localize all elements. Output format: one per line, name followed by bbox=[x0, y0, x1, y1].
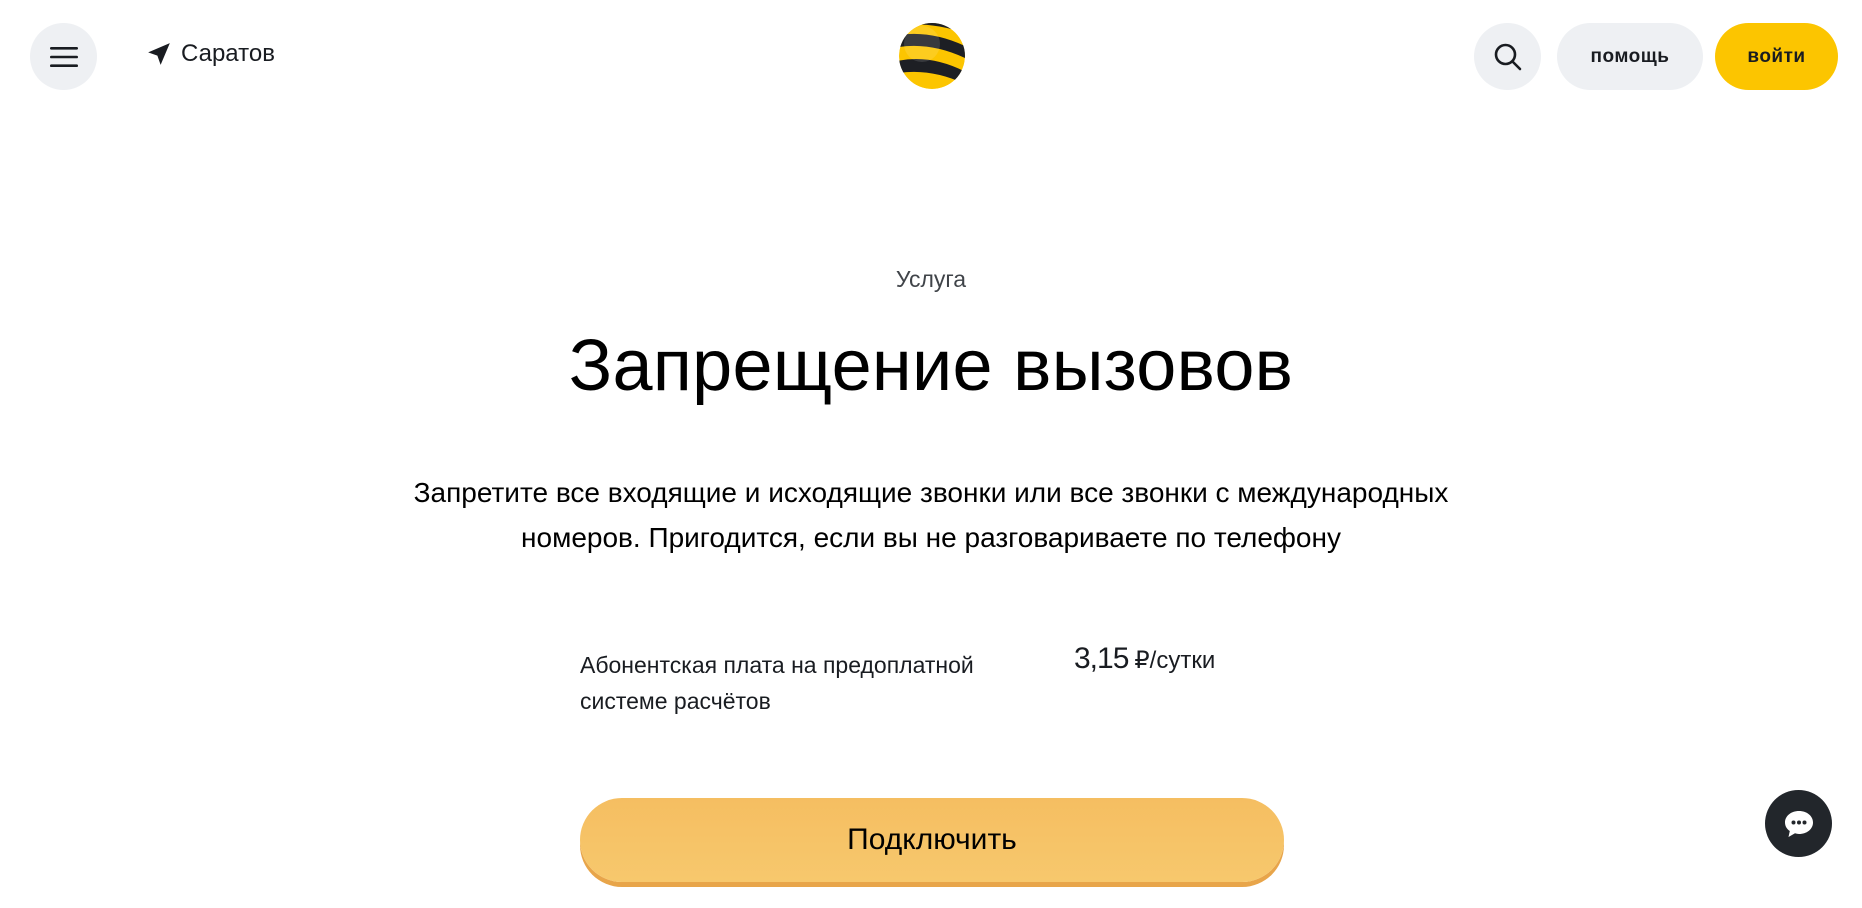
login-button[interactable]: войти bbox=[1715, 23, 1838, 90]
fee-amount: 3,15 bbox=[1074, 642, 1129, 675]
menu-button[interactable] bbox=[30, 23, 97, 90]
location-arrow-icon bbox=[148, 43, 170, 65]
search-button[interactable] bbox=[1474, 23, 1541, 90]
hamburger-icon bbox=[49, 46, 78, 67]
search-icon bbox=[1494, 43, 1521, 70]
chat-button[interactable] bbox=[1765, 790, 1832, 857]
service-description: Запретите все входящие и исходящие звонк… bbox=[413, 477, 1449, 553]
beeline-logo[interactable] bbox=[898, 22, 966, 90]
fee-label: Абонентская плата на предоплатной систем… bbox=[580, 652, 974, 714]
city-selector[interactable]: Саратов bbox=[146, 40, 275, 68]
city-name: Саратов bbox=[181, 40, 275, 67]
service-type-label: Услуга bbox=[895, 266, 967, 292]
chat-bubble-icon bbox=[1784, 810, 1813, 837]
page-title: Запрещение вызовов bbox=[568, 326, 1294, 406]
fee-price: 3,15 ₽/сутки bbox=[1074, 642, 1215, 676]
connect-button[interactable]: Подключить bbox=[580, 798, 1284, 882]
page: Саратов помощь войти Услуга Запрещение в… bbox=[0, 0, 1862, 908]
fee-unit: ₽/сутки bbox=[1134, 647, 1216, 674]
help-button[interactable]: помощь bbox=[1557, 23, 1703, 90]
